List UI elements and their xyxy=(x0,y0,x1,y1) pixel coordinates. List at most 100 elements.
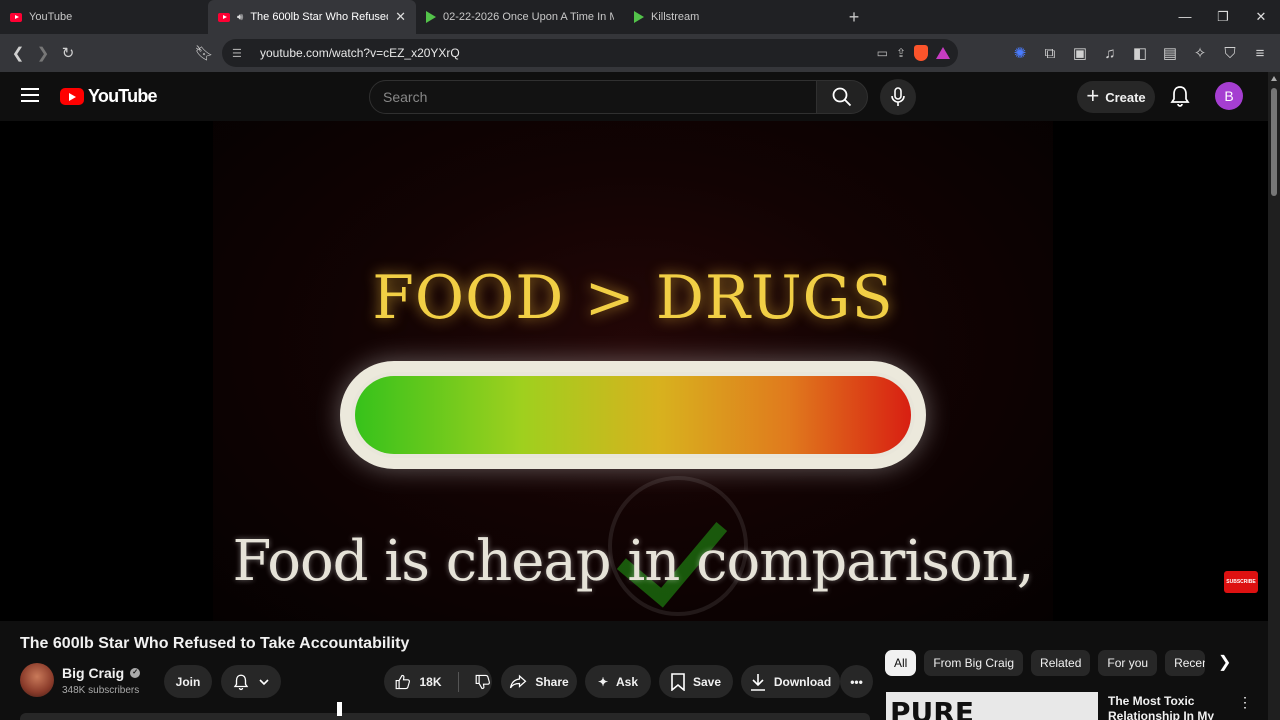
play-favicon-icon xyxy=(634,11,644,23)
back-icon[interactable]: ❮ xyxy=(6,41,30,65)
chip-related[interactable]: Related xyxy=(1031,650,1091,676)
restore-button[interactable]: ❐ xyxy=(1204,0,1242,34)
channel-name-row[interactable]: Big Craig ✓ xyxy=(62,665,141,681)
tab-once-upon[interactable]: 02-22-2026 Once Upon A Time In Mc xyxy=(416,0,624,34)
download-label: Download xyxy=(773,674,832,689)
thumbs-down-icon[interactable] xyxy=(474,673,492,691)
sparkle-icon: ✦ xyxy=(597,674,609,689)
video-title: The 600lb Star Who Refused to Take Accou… xyxy=(20,635,410,652)
like-divider xyxy=(457,671,459,692)
more-actions-button[interactable]: ••• xyxy=(840,665,873,698)
chip-all[interactable]: All xyxy=(885,650,917,676)
youtube-favicon-icon xyxy=(218,12,230,22)
plus-icon: + xyxy=(1086,83,1100,108)
youtube-play-icon xyxy=(60,88,84,105)
share-page-icon[interactable]: ⇪ xyxy=(896,46,906,60)
chip-from-channel[interactable]: From Big Craig xyxy=(924,650,1024,676)
like-dislike-group: 18K xyxy=(384,665,492,698)
meter-gradient-fill xyxy=(355,376,911,454)
chip-recent[interactable]: Recen xyxy=(1165,650,1206,676)
vpn-shield-icon[interactable]: ⛉ xyxy=(1218,41,1242,65)
minimize-button[interactable]: — xyxy=(1166,0,1204,34)
speaker-icon[interactable]: 🔊︎ xyxy=(237,12,243,23)
recommendation-chips: All From Big Craig Related For you Recen xyxy=(885,650,1206,676)
channel-name[interactable]: Big Craig xyxy=(62,665,124,681)
brave-rewards-icon[interactable] xyxy=(936,47,950,59)
notifications-bell-icon[interactable] xyxy=(1168,84,1192,108)
account-avatar[interactable]: B xyxy=(1215,82,1243,110)
tab-youtube[interactable]: YouTube xyxy=(0,0,208,34)
mouse-cursor-icon xyxy=(337,702,342,716)
share-label: Share xyxy=(535,674,569,689)
forward-icon[interactable]: ❯ xyxy=(31,41,55,65)
ask-button[interactable]: ✦ Ask xyxy=(585,665,651,698)
save-button[interactable]: Save xyxy=(659,665,733,698)
description-box[interactable] xyxy=(20,713,870,720)
bell-icon xyxy=(233,674,249,690)
search-icon xyxy=(832,87,852,107)
tab-killstream[interactable]: Killstream xyxy=(624,0,832,34)
microphone-icon xyxy=(891,87,905,106)
browser-toolbar: ❮ ❯ ↻ 🔖︎ ☰ youtube.com/watch?v=cEZ_x20YX… xyxy=(0,34,1280,72)
youtube-favicon-icon xyxy=(10,12,22,22)
share-arrow-icon xyxy=(510,674,527,688)
subscribe-watermark[interactable]: SUBSCRIBE xyxy=(1224,571,1258,593)
tab-label: 02-22-2026 Once Upon A Time In Mc xyxy=(443,11,614,23)
download-icon xyxy=(750,673,765,691)
thumbs-up-icon[interactable] xyxy=(394,673,412,691)
site-settings-icon[interactable]: ☰ xyxy=(232,47,246,60)
browser-tabstrip: YouTube 🔊︎ The 600lb Star Who Refused t … xyxy=(0,0,1280,34)
chip-for-you[interactable]: For you xyxy=(1098,650,1158,676)
recommended-thumbnail[interactable]: PURE xyxy=(886,692,1098,720)
url-text: youtube.com/watch?v=cEZ_x20YXrQ xyxy=(260,46,460,60)
cast-icon[interactable]: ▭ xyxy=(877,46,888,60)
brave-shields-icon[interactable] xyxy=(914,45,928,61)
bookmark-save-icon xyxy=(671,672,685,691)
close-window-button[interactable]: ✕ xyxy=(1242,0,1280,34)
address-bar[interactable]: ☰ youtube.com/watch?v=cEZ_x20YXrQ ▭ ⇪ xyxy=(222,39,958,67)
scrollbar-thumb[interactable] xyxy=(1271,88,1277,196)
page-scrollbar[interactable] xyxy=(1268,72,1280,720)
tab-video-active[interactable]: 🔊︎ The 600lb Star Who Refused t ✕ xyxy=(208,0,416,34)
youtube-logo[interactable]: YouTube xyxy=(60,86,158,107)
meter-graphic xyxy=(340,361,926,469)
download-button[interactable]: Download xyxy=(741,665,840,698)
channel-avatar[interactable] xyxy=(20,663,54,697)
subscriber-count: 348K subscribers xyxy=(62,685,140,696)
search-input[interactable]: Search xyxy=(369,80,817,114)
like-count[interactable]: 18K xyxy=(420,675,442,689)
save-label: Save xyxy=(692,674,722,689)
address-bar-actions: ▭ ⇪ xyxy=(877,39,950,67)
chevron-right-icon[interactable]: ❯ xyxy=(1218,652,1231,672)
recommended-title[interactable]: The Most Toxic Relationship In My xyxy=(1108,694,1224,720)
new-tab-button[interactable]: + xyxy=(842,7,866,28)
search-button[interactable] xyxy=(816,80,868,114)
voice-search-button[interactable] xyxy=(880,79,916,115)
vpn-icon[interactable]: ✺ xyxy=(1008,41,1032,65)
close-tab-icon[interactable]: ✕ xyxy=(395,9,406,25)
extensions-icon[interactable]: ⧉ xyxy=(1038,41,1062,65)
menu-icon[interactable]: ≡ xyxy=(1248,41,1272,65)
more-vertical-icon[interactable]: ⋮ xyxy=(1238,694,1252,711)
leo-ai-icon[interactable]: ✧ xyxy=(1188,41,1212,65)
share-button[interactable]: Share xyxy=(501,665,577,698)
wallet-icon[interactable]: ▤ xyxy=(1158,41,1182,65)
tab-label: The 600lb Star Who Refused t xyxy=(250,11,389,23)
reload-icon[interactable]: ↻ xyxy=(56,41,80,65)
create-button[interactable]: + Create xyxy=(1077,81,1155,113)
media-icon[interactable]: ♫ xyxy=(1098,41,1122,65)
sidebar-icon[interactable]: ◧ xyxy=(1128,41,1152,65)
more-horizontal-icon: ••• xyxy=(850,674,863,689)
bookmark-icon[interactable]: 🔖︎ xyxy=(192,41,216,65)
ask-label: Ask xyxy=(616,674,639,689)
subscription-bell-button[interactable] xyxy=(221,665,281,698)
create-label: Create xyxy=(1105,89,1146,105)
extensions-area: ✺ ⧉ ▣ ♫ ◧ ▤ ✧ ⛉ ≡ xyxy=(1008,41,1272,65)
screenshot-icon[interactable]: ▣ xyxy=(1068,41,1092,65)
join-button[interactable]: Join xyxy=(164,665,212,698)
video-player[interactable]: FOOD > DRUGS Food is cheap in comparison… xyxy=(0,121,1268,621)
scroll-up-icon[interactable] xyxy=(1271,76,1277,81)
logo-text: YouTube xyxy=(88,86,158,106)
tab-label: YouTube xyxy=(29,11,73,23)
guide-menu-icon[interactable] xyxy=(21,88,39,102)
